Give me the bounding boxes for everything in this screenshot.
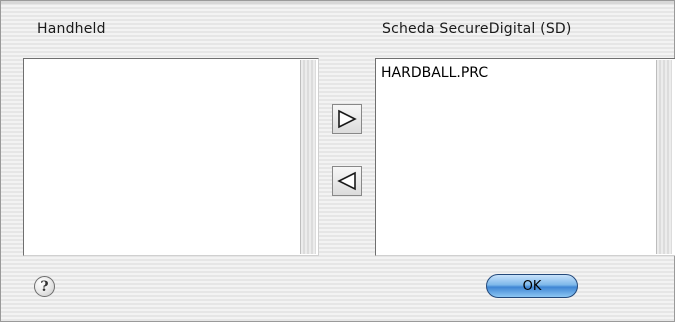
help-button[interactable]: ?: [34, 276, 55, 297]
sd-card-column-title: Scheda SecureDigital (SD): [382, 21, 572, 37]
sd-card-file-list[interactable]: HARDBALL.PRC: [375, 58, 675, 256]
copy-to-handheld-button[interactable]: [332, 166, 362, 196]
sd-card-list-scrollbar[interactable]: [656, 60, 672, 254]
arrow-left-icon: [337, 171, 356, 191]
handheld-column-title: Handheld: [37, 21, 106, 37]
help-icon: ?: [40, 278, 49, 295]
window-top-edge: [1, 1, 674, 4]
transfer-dialog: Handheld Scheda SecureDigital (SD) HARDB…: [0, 0, 675, 322]
handheld-list-scrollbar[interactable]: [300, 60, 316, 254]
ok-button[interactable]: OK: [486, 274, 578, 298]
arrow-right-icon: [338, 109, 357, 129]
copy-to-card-button[interactable]: [332, 104, 362, 134]
list-item[interactable]: HARDBALL.PRC: [381, 65, 488, 81]
handheld-file-list[interactable]: [23, 58, 319, 256]
